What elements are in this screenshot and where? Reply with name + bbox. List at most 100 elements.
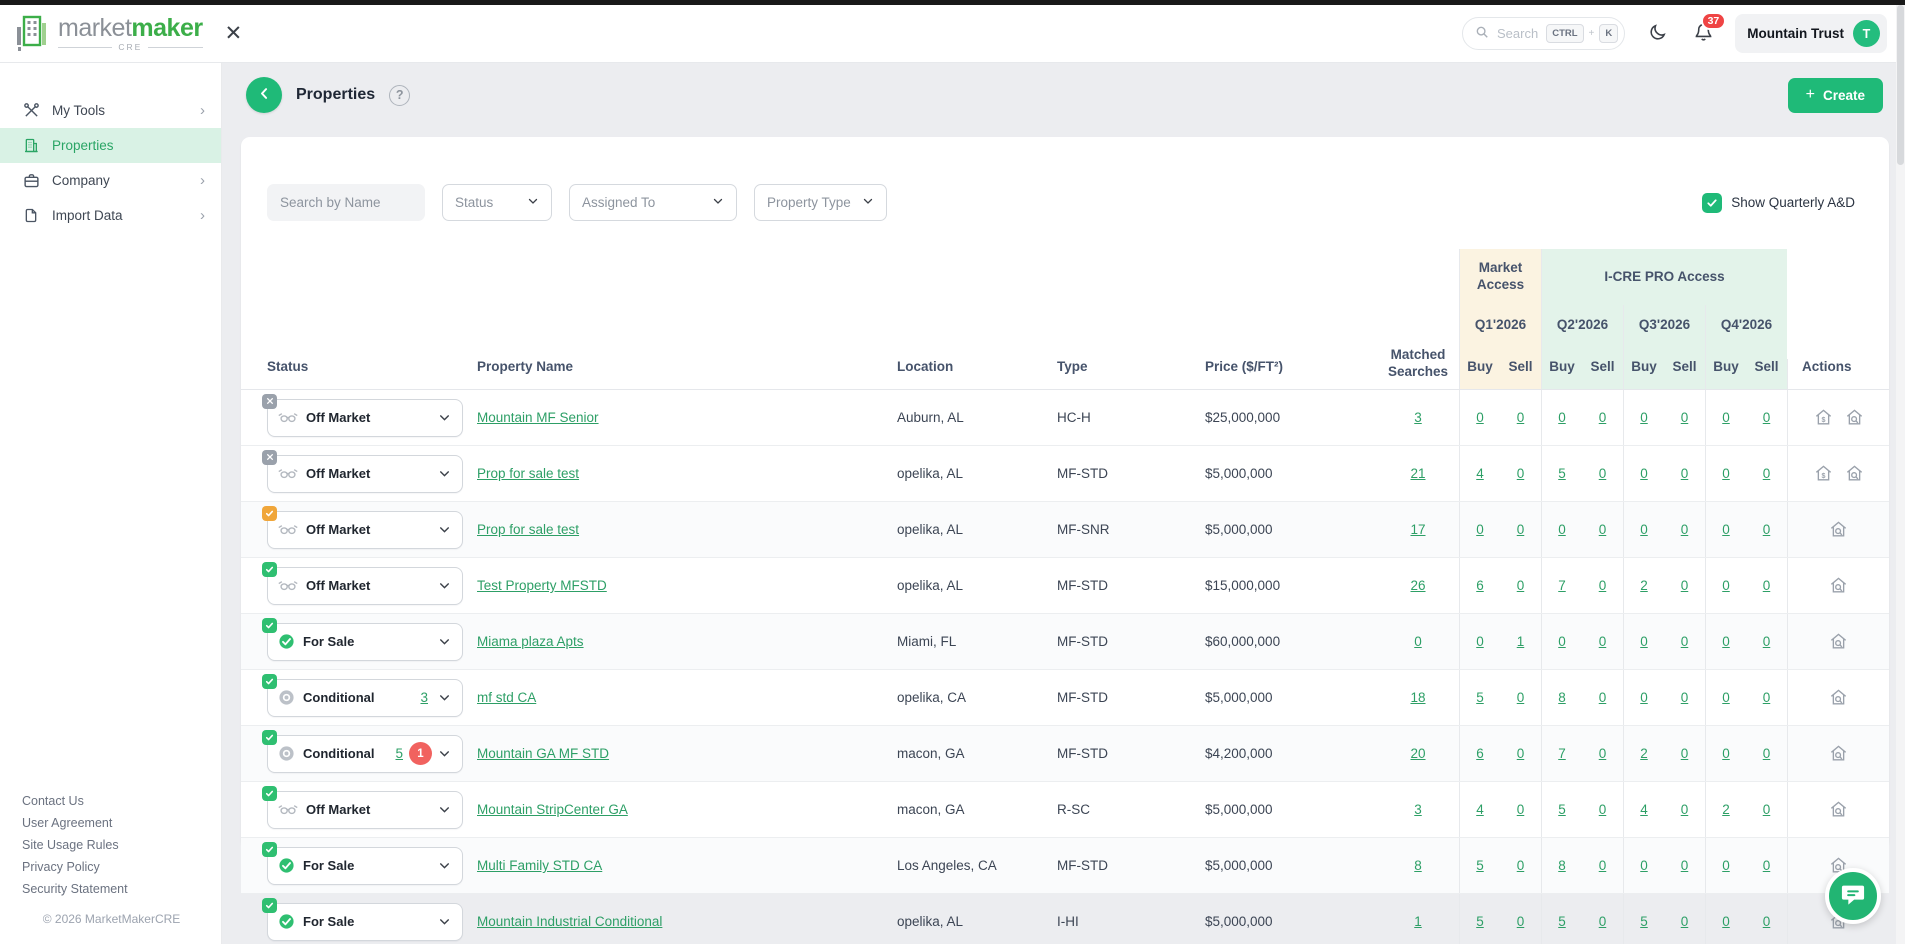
sell-count-link[interactable]: 0 <box>1681 802 1689 817</box>
dark-mode-toggle[interactable] <box>1643 20 1671 48</box>
matched-searches-link[interactable]: 20 <box>1410 746 1425 761</box>
sell-count-link[interactable]: 0 <box>1599 634 1607 649</box>
status-dropdown[interactable]: Off Market <box>267 791 463 829</box>
buy-count-link[interactable]: 0 <box>1722 690 1730 705</box>
close-icon[interactable]: ✕ <box>225 23 243 44</box>
sell-count-link[interactable]: 0 <box>1517 858 1525 873</box>
sell-count-link[interactable]: 0 <box>1599 914 1607 929</box>
assigned-to-filter-select[interactable]: Assigned To <box>569 184 737 221</box>
buy-count-link[interactable]: 7 <box>1558 746 1566 761</box>
logo[interactable]: marketmaker CRE <box>14 13 203 54</box>
property-name-link[interactable]: mf std CA <box>477 690 536 705</box>
property-type-filter-select[interactable]: Property Type <box>754 184 887 221</box>
buy-count-link[interactable]: 0 <box>1722 914 1730 929</box>
sell-count-link[interactable]: 0 <box>1517 578 1525 593</box>
chat-button[interactable] <box>1825 868 1881 924</box>
sell-count-link[interactable]: 0 <box>1763 578 1771 593</box>
help-icon[interactable]: ? <box>389 85 410 106</box>
buy-count-link[interactable]: 4 <box>1476 466 1484 481</box>
back-button[interactable] <box>246 77 282 113</box>
buy-count-link[interactable]: 2 <box>1640 578 1648 593</box>
notifications-button[interactable]: 37 <box>1689 20 1717 48</box>
footer-link-user-agreement[interactable]: User Agreement <box>22 816 221 830</box>
buy-count-link[interactable]: 0 <box>1558 522 1566 537</box>
sell-count-link[interactable]: 0 <box>1517 746 1525 761</box>
status-dropdown[interactable]: Off Market <box>267 455 463 493</box>
status-dropdown[interactable]: Off Market <box>267 511 463 549</box>
sell-count-link[interactable]: 0 <box>1517 914 1525 929</box>
buy-count-link[interactable]: 0 <box>1722 746 1730 761</box>
sell-count-link[interactable]: 0 <box>1599 578 1607 593</box>
buy-count-link[interactable]: 0 <box>1722 522 1730 537</box>
buy-count-link[interactable]: 6 <box>1476 578 1484 593</box>
home-search-icon[interactable] <box>1845 464 1864 483</box>
matched-searches-link[interactable]: 21 <box>1410 466 1425 481</box>
sell-count-link[interactable]: 0 <box>1517 522 1525 537</box>
home-search-icon[interactable] <box>1829 800 1848 819</box>
sell-count-link[interactable]: 0 <box>1599 858 1607 873</box>
buy-count-link[interactable]: 0 <box>1722 634 1730 649</box>
property-name-link[interactable]: Prop for sale test <box>477 522 579 537</box>
status-dropdown[interactable]: For Sale <box>267 623 463 661</box>
buy-count-link[interactable]: 0 <box>1476 410 1484 425</box>
buy-count-link[interactable]: 6 <box>1476 746 1484 761</box>
property-name-link[interactable]: Test Property MFSTD <box>477 578 607 593</box>
buy-count-link[interactable]: 5 <box>1640 914 1648 929</box>
buy-count-link[interactable]: 0 <box>1722 466 1730 481</box>
buy-count-link[interactable]: 0 <box>1722 858 1730 873</box>
property-name-link[interactable]: Mountain MF Senior <box>477 410 599 425</box>
buy-count-link[interactable]: 4 <box>1476 802 1484 817</box>
matched-searches-link[interactable]: 8 <box>1414 858 1422 873</box>
sell-count-link[interactable]: 0 <box>1763 746 1771 761</box>
home-search-icon[interactable] <box>1829 744 1848 763</box>
sell-count-link[interactable]: 0 <box>1681 522 1689 537</box>
matched-searches-link[interactable]: 3 <box>1414 802 1422 817</box>
status-count-link[interactable]: 5 <box>395 746 403 761</box>
status-dropdown[interactable]: Conditional51 <box>267 735 463 773</box>
footer-link-site-usage-rules[interactable]: Site Usage Rules <box>22 838 221 852</box>
home-search-icon[interactable] <box>1845 408 1864 427</box>
buy-count-link[interactable]: 5 <box>1558 914 1566 929</box>
buy-count-link[interactable]: 0 <box>1558 410 1566 425</box>
sell-count-link[interactable]: 0 <box>1599 690 1607 705</box>
sell-count-link[interactable]: 0 <box>1681 746 1689 761</box>
sell-count-link[interactable]: 0 <box>1517 466 1525 481</box>
sell-count-link[interactable]: 0 <box>1681 690 1689 705</box>
search-by-name-input[interactable] <box>267 184 425 221</box>
buy-count-link[interactable]: 2 <box>1640 746 1648 761</box>
property-name-link[interactable]: Mountain StripCenter GA <box>477 802 628 817</box>
create-button[interactable]: + Create <box>1788 78 1883 113</box>
buy-count-link[interactable]: 5 <box>1558 466 1566 481</box>
home-search-icon[interactable] <box>1829 520 1848 539</box>
buy-count-link[interactable]: 4 <box>1640 802 1648 817</box>
buy-count-link[interactable]: 0 <box>1640 410 1648 425</box>
sell-count-link[interactable]: 0 <box>1763 914 1771 929</box>
sidebar-item-my-tools[interactable]: My Tools › <box>0 93 221 128</box>
status-dropdown[interactable]: For Sale <box>267 847 463 885</box>
home-search-icon[interactable] <box>1829 576 1848 595</box>
sell-count-link[interactable]: 0 <box>1763 634 1771 649</box>
property-name-link[interactable]: Miama plaza Apts <box>477 634 584 649</box>
sell-count-link[interactable]: 0 <box>1599 802 1607 817</box>
property-name-link[interactable]: Mountain Industrial Conditional <box>477 914 662 929</box>
status-dropdown[interactable]: For Sale <box>267 903 463 941</box>
matched-searches-link[interactable]: 26 <box>1410 578 1425 593</box>
buy-count-link[interactable]: 0 <box>1558 634 1566 649</box>
property-name-link[interactable]: Mountain GA MF STD <box>477 746 609 761</box>
buy-count-link[interactable]: 0 <box>1640 690 1648 705</box>
sell-count-link[interactable]: 0 <box>1681 914 1689 929</box>
sell-count-link[interactable]: 0 <box>1599 522 1607 537</box>
sell-count-link[interactable]: 0 <box>1763 858 1771 873</box>
buy-count-link[interactable]: 0 <box>1476 634 1484 649</box>
status-dropdown[interactable]: Conditional3 <box>267 679 463 717</box>
buy-count-link[interactable]: 0 <box>1640 466 1648 481</box>
footer-link-contact-us[interactable]: Contact Us <box>22 794 221 808</box>
status-filter-select[interactable]: Status <box>442 184 552 221</box>
sell-count-link[interactable]: 0 <box>1681 578 1689 593</box>
sell-count-link[interactable]: 0 <box>1763 690 1771 705</box>
sell-count-link[interactable]: 0 <box>1763 522 1771 537</box>
buy-count-link[interactable]: 8 <box>1558 690 1566 705</box>
buy-count-link[interactable]: 5 <box>1476 858 1484 873</box>
buy-count-link[interactable]: 0 <box>1640 522 1648 537</box>
sell-count-link[interactable]: 0 <box>1763 466 1771 481</box>
